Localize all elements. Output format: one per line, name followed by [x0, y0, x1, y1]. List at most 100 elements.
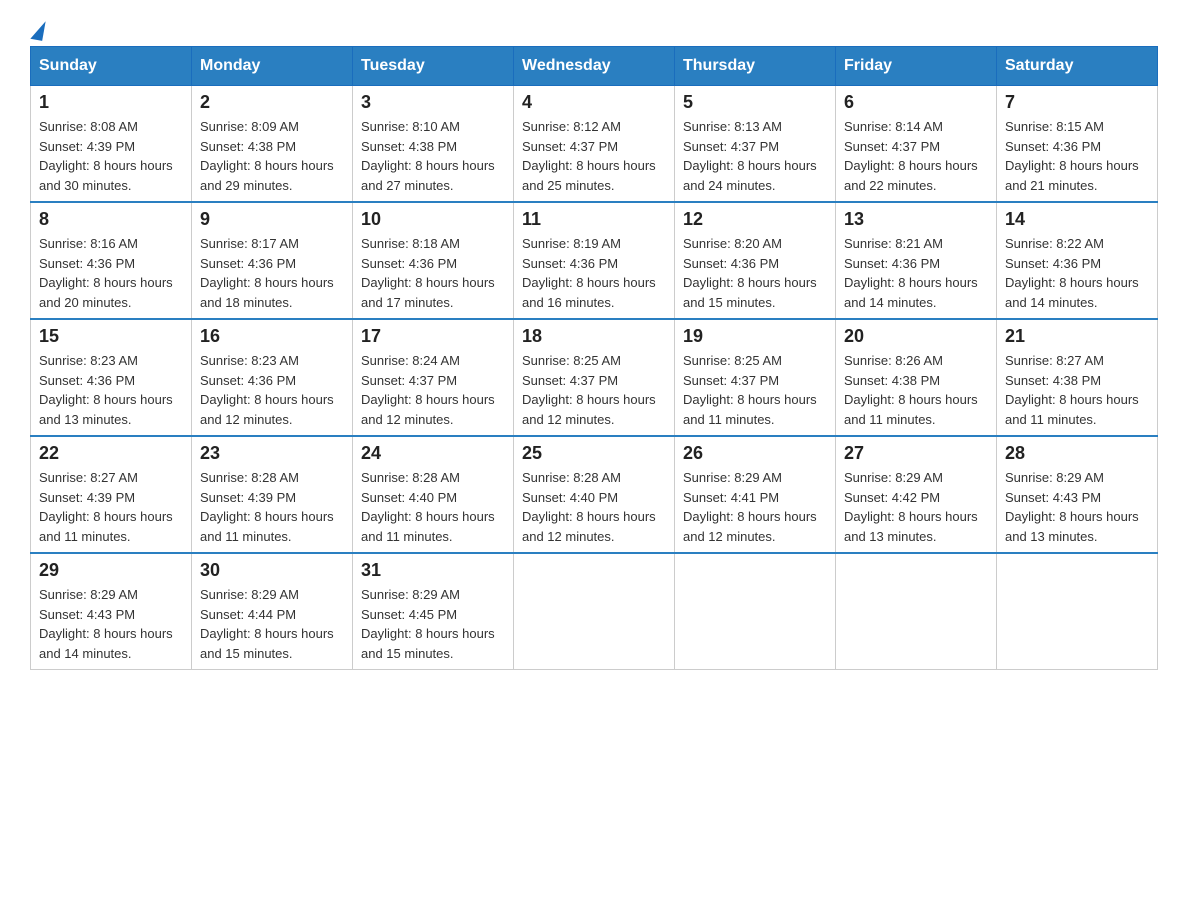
day-number: 21	[1005, 326, 1149, 347]
day-info: Sunrise: 8:25 AMSunset: 4:37 PMDaylight:…	[522, 351, 666, 429]
calendar-cell: 2 Sunrise: 8:09 AMSunset: 4:38 PMDaylight…	[192, 86, 353, 203]
day-info: Sunrise: 8:29 AMSunset: 4:41 PMDaylight:…	[683, 468, 827, 546]
day-number: 1	[39, 92, 183, 113]
day-number: 2	[200, 92, 344, 113]
day-info: Sunrise: 8:24 AMSunset: 4:37 PMDaylight:…	[361, 351, 505, 429]
calendar-cell: 24 Sunrise: 8:28 AMSunset: 4:40 PMDayligh…	[353, 436, 514, 553]
calendar-week-row: 8Sunrise: 8:16 AMSunset: 4:36 PMDaylight…	[31, 202, 1158, 319]
calendar-cell: 28Sunrise: 8:29 AMSunset: 4:43 PMDayligh…	[997, 436, 1158, 553]
day-info: Sunrise: 8:08 AMSunset: 4:39 PMDaylight:…	[39, 117, 183, 195]
day-number: 13	[844, 209, 988, 230]
day-info: Sunrise: 8:21 AMSunset: 4:36 PMDaylight:…	[844, 234, 988, 312]
day-number: 9	[200, 209, 344, 230]
day-info: Sunrise: 8:27 AMSunset: 4:38 PMDaylight:…	[1005, 351, 1149, 429]
calendar-cell: 14 Sunrise: 8:22 AMSunset: 4:36 PMDayligh…	[997, 202, 1158, 319]
day-info: Sunrise: 8:15 AMSunset: 4:36 PMDaylight:…	[1005, 117, 1149, 195]
day-number: 14	[1005, 209, 1149, 230]
day-info: Sunrise: 8:18 AMSunset: 4:36 PMDaylight:…	[361, 234, 505, 312]
logo-text	[30, 20, 44, 40]
day-number: 23	[200, 443, 344, 464]
header-row: SundayMondayTuesdayWednesdayThursdayFrid…	[31, 47, 1158, 86]
calendar-cell: 11 Sunrise: 8:19 AMSunset: 4:36 PMDayligh…	[514, 202, 675, 319]
calendar-cell: 30 Sunrise: 8:29 AMSunset: 4:44 PMDayligh…	[192, 553, 353, 670]
day-number: 8	[39, 209, 183, 230]
day-number: 7	[1005, 92, 1149, 113]
day-info: Sunrise: 8:26 AMSunset: 4:38 PMDaylight:…	[844, 351, 988, 429]
day-info: Sunrise: 8:12 AMSunset: 4:37 PMDaylight:…	[522, 117, 666, 195]
calendar-cell: 23 Sunrise: 8:28 AMSunset: 4:39 PMDayligh…	[192, 436, 353, 553]
calendar-cell: 13 Sunrise: 8:21 AMSunset: 4:36 PMDayligh…	[836, 202, 997, 319]
page-header	[30, 20, 1158, 36]
day-info: Sunrise: 8:28 AMSunset: 4:40 PMDaylight:…	[361, 468, 505, 546]
logo	[30, 20, 44, 36]
calendar-cell	[514, 553, 675, 670]
day-number: 10	[361, 209, 505, 230]
day-info: Sunrise: 8:17 AMSunset: 4:36 PMDaylight:…	[200, 234, 344, 312]
day-info: Sunrise: 8:29 AMSunset: 4:45 PMDaylight:…	[361, 585, 505, 663]
day-info: Sunrise: 8:28 AMSunset: 4:40 PMDaylight:…	[522, 468, 666, 546]
column-header-thursday: Thursday	[675, 47, 836, 86]
day-number: 4	[522, 92, 666, 113]
day-info: Sunrise: 8:27 AMSunset: 4:39 PMDaylight:…	[39, 468, 183, 546]
calendar-week-row: 29 Sunrise: 8:29 AMSunset: 4:43 PMDayligh…	[31, 553, 1158, 670]
calendar-cell: 19Sunrise: 8:25 AMSunset: 4:37 PMDayligh…	[675, 319, 836, 436]
day-info: Sunrise: 8:28 AMSunset: 4:39 PMDaylight:…	[200, 468, 344, 546]
day-number: 16	[200, 326, 344, 347]
calendar-cell: 1 Sunrise: 8:08 AMSunset: 4:39 PMDaylight…	[31, 86, 192, 203]
day-info: Sunrise: 8:20 AMSunset: 4:36 PMDaylight:…	[683, 234, 827, 312]
column-header-monday: Monday	[192, 47, 353, 86]
calendar-cell: 25 Sunrise: 8:28 AMSunset: 4:40 PMDayligh…	[514, 436, 675, 553]
day-number: 27	[844, 443, 988, 464]
day-number: 22	[39, 443, 183, 464]
day-info: Sunrise: 8:23 AMSunset: 4:36 PMDaylight:…	[200, 351, 344, 429]
calendar-cell: 29 Sunrise: 8:29 AMSunset: 4:43 PMDayligh…	[31, 553, 192, 670]
day-number: 20	[844, 326, 988, 347]
calendar-cell: 22 Sunrise: 8:27 AMSunset: 4:39 PMDayligh…	[31, 436, 192, 553]
calendar-cell: 8Sunrise: 8:16 AMSunset: 4:36 PMDaylight…	[31, 202, 192, 319]
calendar-cell: 21 Sunrise: 8:27 AMSunset: 4:38 PMDayligh…	[997, 319, 1158, 436]
day-number: 18	[522, 326, 666, 347]
column-header-tuesday: Tuesday	[353, 47, 514, 86]
calendar-cell: 27Sunrise: 8:29 AMSunset: 4:42 PMDayligh…	[836, 436, 997, 553]
day-number: 6	[844, 92, 988, 113]
day-info: Sunrise: 8:29 AMSunset: 4:44 PMDaylight:…	[200, 585, 344, 663]
calendar-table: SundayMondayTuesdayWednesdayThursdayFrid…	[30, 46, 1158, 670]
day-info: Sunrise: 8:19 AMSunset: 4:36 PMDaylight:…	[522, 234, 666, 312]
day-number: 26	[683, 443, 827, 464]
day-number: 3	[361, 92, 505, 113]
day-number: 24	[361, 443, 505, 464]
day-info: Sunrise: 8:10 AMSunset: 4:38 PMDaylight:…	[361, 117, 505, 195]
calendar-cell: 20 Sunrise: 8:26 AMSunset: 4:38 PMDayligh…	[836, 319, 997, 436]
day-number: 30	[200, 560, 344, 581]
calendar-week-row: 15 Sunrise: 8:23 AMSunset: 4:36 PMDayligh…	[31, 319, 1158, 436]
day-info: Sunrise: 8:14 AMSunset: 4:37 PMDaylight:…	[844, 117, 988, 195]
calendar-cell: 18 Sunrise: 8:25 AMSunset: 4:37 PMDayligh…	[514, 319, 675, 436]
day-info: Sunrise: 8:23 AMSunset: 4:36 PMDaylight:…	[39, 351, 183, 429]
calendar-cell: 6 Sunrise: 8:14 AMSunset: 4:37 PMDaylight…	[836, 86, 997, 203]
calendar-week-row: 1 Sunrise: 8:08 AMSunset: 4:39 PMDaylight…	[31, 86, 1158, 203]
column-header-friday: Friday	[836, 47, 997, 86]
day-info: Sunrise: 8:29 AMSunset: 4:43 PMDaylight:…	[1005, 468, 1149, 546]
calendar-cell: 7 Sunrise: 8:15 AMSunset: 4:36 PMDaylight…	[997, 86, 1158, 203]
day-number: 17	[361, 326, 505, 347]
day-number: 25	[522, 443, 666, 464]
calendar-cell: 4 Sunrise: 8:12 AMSunset: 4:37 PMDaylight…	[514, 86, 675, 203]
day-number: 11	[522, 209, 666, 230]
day-number: 29	[39, 560, 183, 581]
calendar-cell	[675, 553, 836, 670]
day-number: 5	[683, 92, 827, 113]
day-info: Sunrise: 8:09 AMSunset: 4:38 PMDaylight:…	[200, 117, 344, 195]
calendar-week-row: 22 Sunrise: 8:27 AMSunset: 4:39 PMDayligh…	[31, 436, 1158, 553]
column-header-sunday: Sunday	[31, 47, 192, 86]
calendar-cell: 3 Sunrise: 8:10 AMSunset: 4:38 PMDaylight…	[353, 86, 514, 203]
day-info: Sunrise: 8:22 AMSunset: 4:36 PMDaylight:…	[1005, 234, 1149, 312]
day-number: 19	[683, 326, 827, 347]
calendar-cell: 26 Sunrise: 8:29 AMSunset: 4:41 PMDayligh…	[675, 436, 836, 553]
column-header-saturday: Saturday	[997, 47, 1158, 86]
day-number: 31	[361, 560, 505, 581]
day-number: 15	[39, 326, 183, 347]
calendar-cell: 17 Sunrise: 8:24 AMSunset: 4:37 PMDayligh…	[353, 319, 514, 436]
calendar-cell: 9 Sunrise: 8:17 AMSunset: 4:36 PMDaylight…	[192, 202, 353, 319]
calendar-cell: 10 Sunrise: 8:18 AMSunset: 4:36 PMDayligh…	[353, 202, 514, 319]
day-info: Sunrise: 8:29 AMSunset: 4:43 PMDaylight:…	[39, 585, 183, 663]
